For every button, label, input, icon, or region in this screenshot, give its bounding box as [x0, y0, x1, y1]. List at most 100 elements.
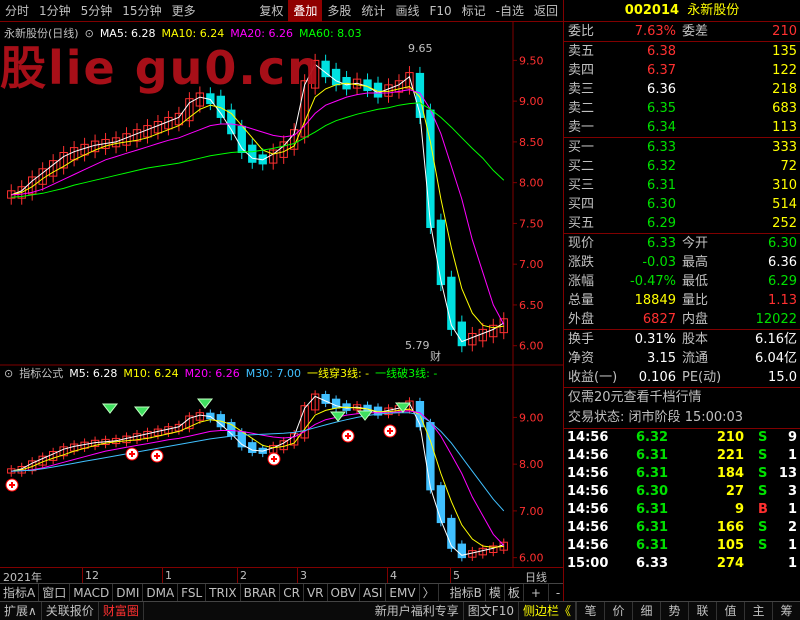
trend-icon[interactable]: 势	[660, 601, 688, 620]
date-axis: 2021年 12 1 2 3 4 5 日线	[0, 567, 563, 584]
diamond-signal-icon	[329, 411, 347, 422]
legend-m10: M10: 6.24	[123, 366, 179, 380]
btn-f10[interactable]: F10	[424, 0, 456, 22]
kline-chart-area[interactable]: 9.50 9.00 8.50 8.00 7.50 7.00 6.50 6.00 9.00 8.00…	[0, 22, 563, 567]
detail-icon[interactable]: 细	[632, 601, 660, 620]
finance-label: 换手	[568, 332, 595, 347]
btn-multi-stock[interactable]: 多股	[322, 0, 356, 22]
buy-level-label: 买四	[568, 197, 595, 212]
add-window-button[interactable]: +	[524, 583, 549, 602]
tab-intraday[interactable]: 分时	[0, 0, 34, 22]
sell-level-row[interactable]: 卖一 6.34 113	[564, 118, 800, 137]
main-chart-title: 永新股份(日线)	[4, 27, 79, 40]
btn-overlay[interactable]: 叠加	[288, 0, 323, 22]
candle-body	[426, 109, 435, 228]
tick-price: 6.31	[636, 520, 669, 535]
btn-mark[interactable]: 标记	[457, 0, 491, 22]
tab-more[interactable]: 更多	[167, 0, 201, 22]
tick-row: 14:56 6.31 221 S 1	[564, 447, 800, 465]
tab-vr[interactable]: VR	[304, 583, 328, 602]
tick-price: 6.31	[636, 466, 669, 481]
sell-level-label: 卖四	[568, 63, 595, 78]
value: 210	[772, 24, 797, 39]
quote-label: 总量	[568, 293, 595, 308]
sidebar-toggle[interactable]: 侧边栏《	[519, 601, 576, 620]
chart-toolbar: 分时 1分钟 5分钟 15分钟 更多 复权 叠加 多股 统计 画线 F10 标记…	[0, 0, 563, 22]
f10-graphic-link[interactable]: 图文F10	[464, 601, 519, 620]
tick-time: 14:56	[567, 520, 609, 535]
tick-side: S	[758, 448, 768, 463]
btn-remove-watchlist[interactable]: -自选	[491, 0, 529, 22]
buy-level-row[interactable]: 买五 6.29 252	[564, 214, 800, 233]
tab-macd[interactable]: MACD	[70, 583, 114, 602]
tab-dmi[interactable]: DMI	[113, 583, 144, 602]
tick-price: 6.31	[636, 502, 669, 517]
tick-time: 14:56	[567, 502, 609, 517]
link-icon[interactable]: 联	[688, 601, 716, 620]
tick-price: 6.32	[636, 430, 669, 445]
tab-asi[interactable]: ASI	[360, 583, 387, 602]
value-icon[interactable]: 值	[716, 601, 744, 620]
tab-indicator-a[interactable]: 指标A	[0, 583, 40, 602]
sell-level-label: 卖一	[568, 120, 595, 135]
price-icon[interactable]: 价	[604, 601, 632, 620]
pen-icon[interactable]: 笔	[576, 601, 604, 620]
tab-indicator-b[interactable]: 指标B	[447, 583, 486, 602]
label: 委差	[682, 24, 709, 39]
legend-m30: M30: 7.00	[245, 366, 301, 380]
tab-template-1[interactable]: 模	[486, 583, 505, 602]
tick-count: 1	[787, 502, 797, 517]
btn-stats[interactable]: 统计	[356, 0, 390, 22]
diamond-signal-icon	[101, 403, 119, 414]
buy-level-row[interactable]: 买三 6.31 310	[564, 176, 800, 195]
buy-level-label: 买一	[568, 140, 595, 155]
quote-row: 现价 6.33 今开 6.30	[564, 234, 800, 253]
sell-level-row[interactable]: 卖三 6.36 218	[564, 80, 800, 99]
related-quotes-tab[interactable]: 关联报价	[42, 601, 99, 620]
kline-chart[interactable]: 9.50 9.00 8.50 8.00 7.50 7.00 6.50 6.00 9.00 8.00…	[0, 22, 563, 567]
finance-value: 15.0	[768, 370, 797, 385]
tab-15min[interactable]: 15分钟	[117, 0, 166, 22]
buy-level-row[interactable]: 买二 6.32 72	[564, 157, 800, 176]
quote-label: 内盘	[682, 312, 709, 327]
sell-level-row[interactable]: 卖四 6.37 122	[564, 61, 800, 80]
sell-level-row[interactable]: 卖二 6.35 683	[564, 99, 800, 118]
promo-text[interactable]: 仅需20元查看千档行情	[564, 388, 800, 408]
sell-level-row[interactable]: 卖五 6.38 135	[564, 42, 800, 61]
chips-icon[interactable]: 筹	[772, 601, 800, 620]
buy-level-label: 买二	[568, 159, 595, 174]
legend-toggle-icon[interactable]: ⊙	[85, 27, 94, 40]
tab-5min[interactable]: 5分钟	[76, 0, 118, 22]
wealth-circle-tab[interactable]: 财富圈	[99, 601, 144, 620]
new-user-promo-link[interactable]: 新用户福利专享	[371, 601, 464, 620]
btn-draw-line[interactable]: 画线	[390, 0, 424, 22]
tick-volume: 166	[716, 520, 744, 535]
tick-side: S	[758, 430, 768, 445]
tab-brar[interactable]: BRAR	[241, 583, 281, 602]
sub-legend-toggle-icon[interactable]: ⊙	[4, 367, 13, 380]
btn-back[interactable]: 返回	[529, 0, 563, 22]
tab-window[interactable]: 窗口	[39, 583, 71, 602]
candle-body	[436, 485, 446, 524]
tab-cr[interactable]: CR	[280, 583, 304, 602]
tab-template-2[interactable]: 板	[505, 583, 524, 602]
buy-level-row[interactable]: 买一 6.33 333	[564, 138, 800, 157]
tabs-scroll-right[interactable]: 〉	[420, 583, 439, 602]
quote-row: 外盘 6827 内盘 12022	[564, 310, 800, 329]
tab-trix[interactable]: TRIX	[206, 583, 241, 602]
main-icon[interactable]: 主	[744, 601, 772, 620]
tab-1min[interactable]: 1分钟	[34, 0, 76, 22]
tab-fsl[interactable]: FSL	[178, 583, 207, 602]
y-tick-label: 8.50	[519, 136, 544, 149]
finance-value: 6.04亿	[755, 351, 797, 366]
expand-button[interactable]: 扩展∧	[0, 601, 42, 620]
tab-emv[interactable]: EMV	[386, 583, 420, 602]
buy-level-row[interactable]: 买四 6.30 514	[564, 195, 800, 214]
tick-side: B	[758, 502, 768, 517]
buy-level-label: 买五	[568, 216, 595, 231]
tab-dma[interactable]: DMA	[143, 583, 179, 602]
tab-obv[interactable]: OBV	[328, 583, 361, 602]
btn-adjust[interactable]: 复权	[254, 0, 288, 22]
tick-count: 13	[778, 466, 797, 481]
stock-name: 永新股份	[687, 3, 740, 18]
